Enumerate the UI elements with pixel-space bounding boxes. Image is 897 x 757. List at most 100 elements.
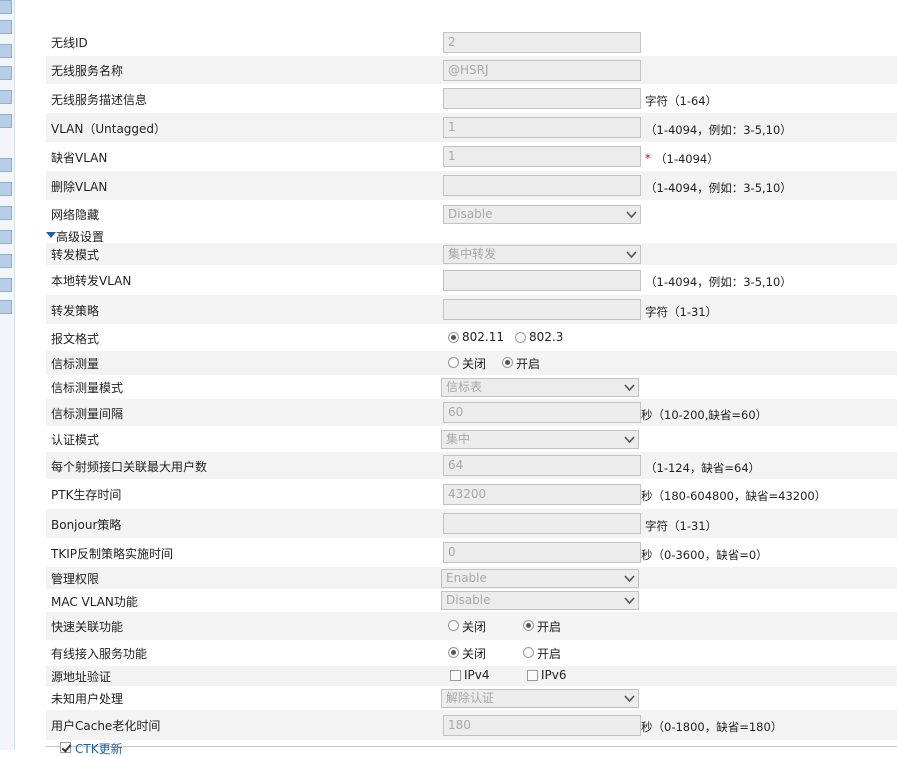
option-label: 开启: [537, 647, 562, 661]
field-hint: 秒（0-1800，缺省=180）: [641, 720, 783, 734]
select-dropdown[interactable]: Disable: [441, 591, 639, 610]
nav-tab[interactable]: [0, 44, 12, 58]
option-label: 802.11: [462, 329, 504, 344]
radio-button[interactable]: [523, 647, 534, 658]
form-row: 本地转发VLAN （1-4094，例如：3-5,10）: [46, 265, 897, 295]
form-row: 用户Cache老化时间 180 秒（0-1800，缺省=180）: [46, 710, 897, 740]
chevron-down-icon: [624, 435, 635, 443]
chevron-down-icon: [624, 597, 635, 605]
text-input[interactable]: 2: [443, 31, 641, 53]
text-input[interactable]: [443, 88, 641, 109]
checkbox[interactable]: [527, 670, 538, 681]
form-row: 信标测量模式 信标表: [46, 375, 897, 399]
text-input[interactable]: 43200: [443, 483, 641, 505]
ctk-update-checkbox[interactable]: [60, 742, 71, 753]
radio-button[interactable]: [448, 647, 459, 658]
select-value: Disable: [446, 593, 491, 607]
form-row: 认证模式 集中: [46, 426, 897, 452]
field-label: 无线ID: [51, 36, 88, 50]
field-hint: 秒（10-200,缺省=60）: [641, 407, 768, 422]
chevron-down-icon: [626, 210, 637, 218]
form-row: 转发模式 集中转发: [46, 243, 897, 265]
form-row: 信标测量间隔 60 秒（10-200,缺省=60）: [46, 399, 897, 426]
field-hint: 秒（180-604800，缺省=43200）: [641, 489, 827, 503]
checkbox[interactable]: [450, 670, 461, 681]
radio-button[interactable]: [448, 620, 459, 631]
field-label: 源地址验证: [51, 670, 112, 684]
field-hint: 字符（1-64）: [645, 93, 718, 108]
select-dropdown[interactable]: Enable: [441, 568, 639, 588]
left-nav-strip: [0, 0, 15, 750]
radio-button[interactable]: [448, 357, 459, 368]
field-hint: （1-4094，例如：3-5,10）: [645, 275, 792, 289]
text-input[interactable]: 1: [443, 117, 641, 138]
radio-button[interactable]: [448, 331, 459, 343]
field-label: 认证模式: [51, 433, 100, 447]
select-dropdown[interactable]: 解除认证: [441, 688, 639, 708]
nav-tab[interactable]: [0, 300, 12, 314]
form-row: VLAN（Untagged） 1 （1-4094，例如：3-5,10）: [46, 113, 897, 142]
required-marker: *: [645, 150, 651, 165]
text-input[interactable]: 0: [443, 542, 641, 563]
text-input[interactable]: [443, 175, 641, 196]
text-input[interactable]: @HSRJ: [443, 59, 641, 81]
text-input[interactable]: 1: [443, 146, 641, 167]
chevron-down-icon: [624, 694, 635, 702]
select-value: 信标表: [446, 379, 483, 394]
text-input[interactable]: [443, 299, 641, 320]
form-row: 无线ID 2: [46, 28, 897, 56]
text-input[interactable]: [443, 513, 641, 534]
field-label: 信标测量间隔: [51, 406, 124, 421]
field-label: Bonjour策略: [51, 517, 122, 532]
select-value: Enable: [446, 570, 487, 585]
nav-tab[interactable]: [0, 158, 12, 172]
select-value: 集中: [446, 431, 471, 446]
field-label: 用户Cache老化时间: [51, 719, 161, 733]
select-dropdown[interactable]: Disable: [443, 204, 641, 224]
nav-tab[interactable]: [0, 66, 12, 80]
field-label: 每个射频接口关联最大用户数: [51, 459, 208, 474]
form-row: 源地址验证 IPv4 IPv6: [46, 666, 897, 686]
radio-button[interactable]: [502, 357, 513, 368]
text-input[interactable]: 60: [443, 402, 641, 423]
nav-tab[interactable]: [0, 20, 12, 34]
select-dropdown[interactable]: 集中: [441, 429, 639, 449]
form-row: 信标测量 关闭 开启: [46, 351, 897, 375]
nav-tab[interactable]: [0, 206, 12, 220]
nav-tab[interactable]: [0, 278, 12, 292]
nav-tab[interactable]: [0, 114, 12, 128]
chevron-down-icon: [626, 250, 637, 258]
select-value: 集中转发: [448, 246, 497, 261]
field-label: 报文格式: [51, 331, 100, 346]
field-label: 有线接入服务功能: [51, 647, 148, 661]
text-input[interactable]: 180: [443, 714, 641, 736]
nav-tab[interactable]: [0, 230, 12, 244]
radio-button[interactable]: [515, 331, 526, 343]
field-label: 无线服务名称: [51, 64, 124, 78]
nav-tab[interactable]: [0, 254, 12, 268]
form-row: 每个射频接口关联最大用户数 64 （1-124，缺省=64）: [46, 452, 897, 479]
text-input[interactable]: [443, 269, 641, 291]
form-row: 快速关联功能 关闭 开启: [46, 612, 897, 640]
form-row: 网络隐藏 Disable: [46, 200, 897, 228]
form-row: TKIP反制策略实施时间 0 秒（0-3600，缺省=0）: [46, 538, 897, 567]
nav-tab[interactable]: [0, 0, 12, 14]
select-dropdown[interactable]: 信标表: [441, 377, 639, 397]
field-label: 网络隐藏: [51, 208, 100, 222]
field-label: 删除VLAN: [51, 179, 108, 194]
form-row: 报文格式 802.11 802.3: [46, 324, 897, 351]
nav-tab[interactable]: [0, 90, 12, 104]
select-value: 解除认证: [446, 690, 495, 705]
field-label: 未知用户处理: [51, 692, 124, 706]
text-input[interactable]: 64: [443, 455, 641, 476]
chevron-down-icon: [624, 383, 635, 391]
nav-tab[interactable]: [0, 182, 12, 196]
field-hint: （1-4094，例如：3-5,10）: [645, 180, 792, 195]
select-dropdown[interactable]: 集中转发: [443, 244, 641, 264]
option-label: 开启: [537, 620, 562, 634]
form-row: 管理权限 Enable: [46, 567, 897, 589]
field-label: 管理权限: [51, 572, 100, 586]
option-label: 802.3: [529, 329, 564, 344]
form-row: PTK生存时间 43200 秒（180-604800，缺省=43200）: [46, 479, 897, 509]
radio-button[interactable]: [523, 620, 534, 631]
